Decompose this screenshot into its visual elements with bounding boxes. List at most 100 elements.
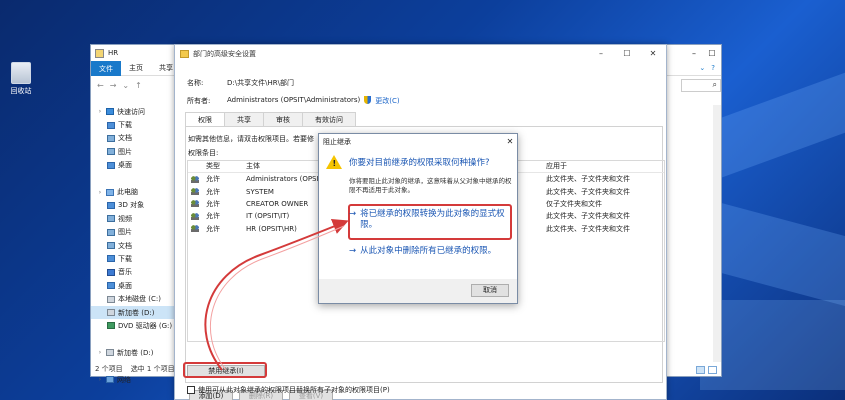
remove-inherited-option[interactable]: → 从此对象中删除所有已继承的权限。 (349, 246, 509, 257)
tab-auditing[interactable]: 审核 (263, 112, 303, 127)
details-view-icon[interactable] (696, 366, 705, 374)
status-selected-count: 选中 1 个项目 (130, 365, 175, 373)
nav-item[interactable]: 图片 (91, 145, 177, 158)
nav-item[interactable]: 本地磁盘 (C:) (91, 292, 177, 305)
nav-item-label: 下载 (118, 254, 132, 263)
arrow-icon: → (349, 209, 357, 219)
cancel-button[interactable]: 取消 (471, 284, 509, 297)
nav-item[interactable]: › 新加卷 (D:) (91, 346, 177, 359)
recycle-bin-icon (11, 62, 31, 84)
maximize-icon[interactable]: ☐ (614, 49, 640, 58)
ribbon-tab-home[interactable]: 主页 (121, 63, 151, 73)
nav-item[interactable]: DVD 驱动器 (G:) (91, 319, 177, 332)
back-icon[interactable]: ← (97, 81, 104, 90)
navigation-pane: › 快速访问 下载 文档 图片 桌面 › 此电脑 3D 对象 视频 图片 文档 下载 音乐 桌面 本地磁盘 (… (91, 105, 177, 384)
users-icon (191, 212, 199, 220)
nav-item-label: 图片 (118, 147, 132, 156)
nav-item[interactable]: › 快速访问 (91, 105, 177, 118)
nav-item-label: 快速访问 (117, 107, 145, 116)
replace-child-permissions-label: 使用可从此对象继承的权限项目替换所有子对象的权限项目(P) (198, 386, 390, 394)
ribbon-tab-file[interactable]: 文件 (91, 60, 121, 76)
status-bar: 2 个项目 选中 1 个项目 (95, 364, 175, 374)
explorer-scrollbar[interactable] (713, 105, 721, 362)
document-icon (107, 242, 115, 250)
arrow-icon: → (349, 246, 357, 256)
replace-child-permissions-checkbox[interactable] (187, 386, 195, 394)
nav-item-label: 此电脑 (117, 188, 138, 197)
entry-applies-to: 此文件夹、子文件夹和文件 (546, 187, 630, 196)
recent-chevron-icon[interactable]: ⌄ (122, 81, 129, 90)
nav-item[interactable]: › 网络 (91, 373, 177, 386)
expand-chevron-icon[interactable]: › (97, 349, 103, 356)
expand-chevron-icon[interactable]: › (97, 189, 103, 196)
entry-applies-to: 此文件夹、子文件夹和文件 (546, 212, 630, 221)
document-icon (107, 134, 115, 142)
expand-chevron-icon[interactable]: › (97, 376, 103, 383)
change-owner-link[interactable]: 更改(C) (375, 96, 399, 106)
nav-item[interactable]: 桌面 (91, 159, 177, 172)
tab-effective-access[interactable]: 有效访问 (302, 112, 356, 127)
pc-icon (106, 188, 114, 196)
nav-item[interactable]: 3D 对象 (91, 199, 177, 212)
large-icons-view-icon[interactable] (708, 366, 717, 374)
nav-item[interactable]: 文档 (91, 239, 177, 252)
download-icon (107, 121, 115, 129)
tab-share[interactable]: 共享 (224, 112, 264, 127)
nav-item-label: DVD 驱动器 (G:) (118, 321, 173, 330)
recycle-bin[interactable]: 回收站 (6, 62, 36, 96)
users-icon (191, 200, 199, 208)
nav-item-label: 桌面 (118, 281, 132, 290)
entry-type: 允许 (206, 175, 220, 184)
name-label: 名称: (187, 79, 204, 87)
minimize-icon[interactable]: – (685, 49, 703, 58)
pictures-icon (107, 228, 115, 236)
column-applies-to[interactable]: 应用于 (546, 161, 664, 172)
pictures-icon (107, 148, 115, 156)
close-icon[interactable]: ✕ (640, 49, 666, 58)
nav-item[interactable]: 桌面 (91, 279, 177, 292)
advanced-tabs: 权限 共享 审核 有效访问 (185, 112, 356, 127)
video-icon (107, 215, 115, 223)
star-icon (106, 108, 114, 116)
nav-item[interactable]: 新加卷 (D:) (91, 305, 177, 320)
ribbon-expand-icon[interactable]: ⌄ (699, 64, 705, 72)
users-icon (191, 175, 199, 183)
drive-icon (107, 309, 115, 317)
search-box[interactable]: ⌕ (681, 78, 721, 92)
forward-icon[interactable]: → (110, 81, 117, 90)
quick-access-folder-icon[interactable] (95, 48, 104, 58)
up-icon[interactable]: ↑ (135, 81, 142, 90)
nav-item[interactable]: 下载 (91, 118, 177, 131)
download-icon (107, 255, 115, 263)
nav-item[interactable]: 下载 (91, 252, 177, 265)
nav-item-label: 本地磁盘 (C:) (118, 295, 161, 304)
dialog-footer: 取消 (319, 279, 517, 303)
replace-child-permissions-row: 使用可从此对象继承的权限项目替换所有子对象的权限项目(P) (187, 385, 390, 395)
convert-inherited-option[interactable]: → 将已继承的权限转换为此对象的显式权限。 (349, 209, 509, 231)
column-type[interactable]: 类型 (202, 161, 236, 172)
nav-item[interactable]: › 此电脑 (91, 185, 177, 198)
nav-item[interactable]: 文档 (91, 132, 177, 145)
explorer-title: HR (108, 49, 119, 57)
name-value: D:\共享文件\HR\部门 (227, 79, 294, 87)
entry-applies-to: 仅子文件夹和文件 (546, 199, 602, 208)
help-icon[interactable]: ? (711, 64, 715, 72)
nav-item[interactable]: 音乐 (91, 266, 177, 279)
users-icon (191, 188, 199, 196)
remove-inherited-label: 从此对象中删除所有已继承的权限。 (360, 246, 497, 256)
minimize-icon[interactable]: – (588, 49, 614, 58)
nav-item[interactable]: 视频 (91, 212, 177, 225)
close-icon[interactable]: ✕ (503, 137, 517, 146)
tab-permissions[interactable]: 权限 (185, 112, 225, 126)
nav-item-label: 图片 (118, 228, 132, 237)
maximize-icon[interactable]: ☐ (703, 49, 721, 58)
nav-item-label: 音乐 (118, 268, 132, 277)
nav-item-label: 视频 (118, 214, 132, 223)
nav-item-label: 新加卷 (D:) (118, 308, 155, 317)
status-item-count: 2 个项目 (95, 365, 123, 373)
3d-objects-icon (107, 201, 115, 209)
expand-chevron-icon[interactable]: › (97, 108, 103, 115)
network-icon (106, 376, 114, 383)
annotation-highlight-disable-inheritance (183, 362, 267, 378)
nav-item[interactable]: 图片 (91, 226, 177, 239)
